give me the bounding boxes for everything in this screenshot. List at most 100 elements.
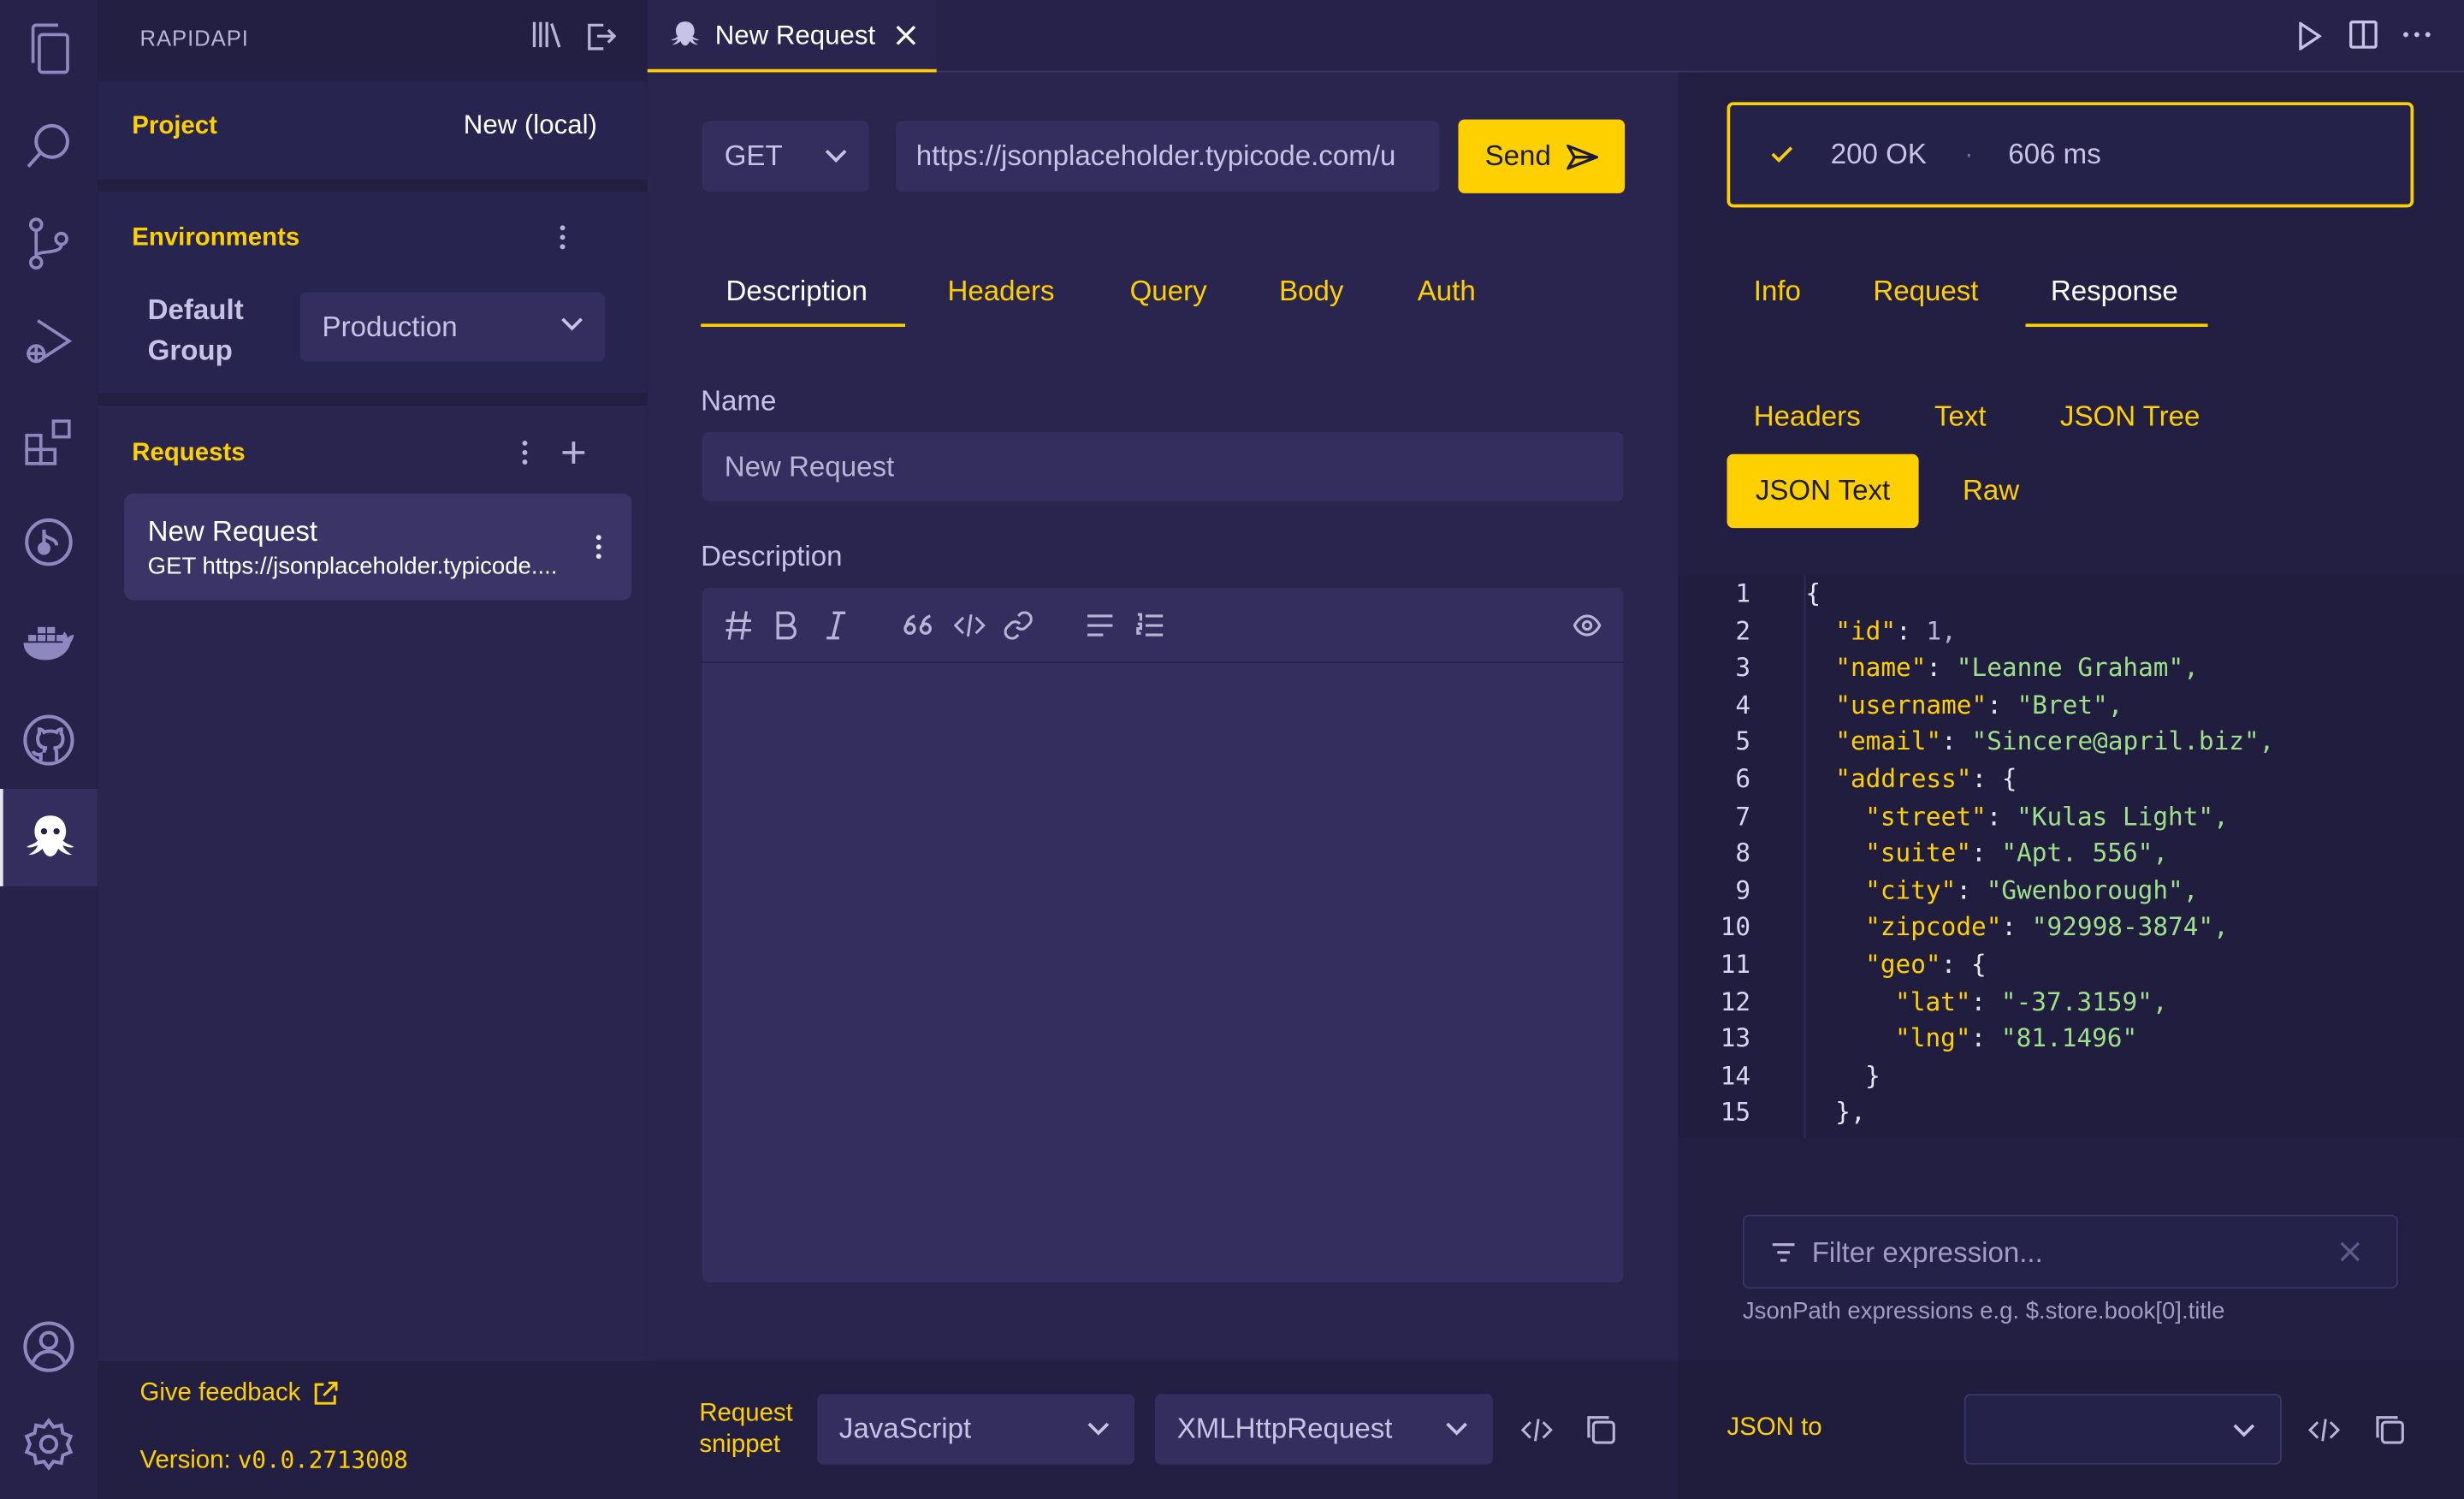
description-editor[interactable] bbox=[702, 587, 1624, 1283]
request-item-more-icon[interactable] bbox=[594, 533, 603, 561]
link-icon[interactable] bbox=[1004, 611, 1033, 640]
response-status-box: 200 OK · 606 ms bbox=[1727, 102, 2414, 208]
json-value: "-37.3159", bbox=[2000, 986, 2168, 1016]
account-icon[interactable] bbox=[0, 1298, 98, 1395]
json-key: "zipcode" bbox=[1865, 912, 2002, 942]
code-icon[interactable] bbox=[2308, 1418, 2340, 1443]
rapidapi-icon[interactable] bbox=[0, 789, 98, 886]
give-feedback-link[interactable]: Give feedback bbox=[139, 1380, 339, 1408]
line-number: 15 bbox=[1720, 1097, 1751, 1128]
more-actions-icon[interactable] bbox=[2402, 32, 2431, 38]
chevron-down-icon bbox=[1087, 1422, 1110, 1437]
run-icon[interactable] bbox=[2297, 21, 2322, 50]
extensions-icon[interactable] bbox=[0, 393, 98, 490]
filter-icon bbox=[1771, 1241, 1796, 1264]
chevron-down-icon bbox=[2233, 1424, 2255, 1438]
environments-section: Environments Default Group Production bbox=[97, 192, 648, 394]
json-to-bar: JSON to bbox=[1678, 1360, 2464, 1499]
code-icon[interactable] bbox=[1520, 1418, 1553, 1443]
subtab-raw[interactable]: Raw bbox=[1963, 475, 2019, 508]
line-number: 8 bbox=[1735, 838, 1751, 868]
name-input[interactable]: New Request bbox=[702, 432, 1624, 501]
method-select[interactable]: GET bbox=[702, 121, 869, 193]
explorer-icon[interactable] bbox=[0, 0, 98, 98]
tab-body[interactable]: Body bbox=[1279, 275, 1343, 308]
subtab-json-tree[interactable]: JSON Tree bbox=[2060, 400, 2200, 434]
tab-new-request[interactable]: New Request bbox=[647, 0, 937, 73]
tab-query[interactable]: Query bbox=[1130, 275, 1207, 308]
json-value: "81.1496" bbox=[2000, 1023, 2138, 1053]
name-label: Name bbox=[701, 384, 777, 417]
code-line: "street": "Kulas Light", bbox=[1865, 800, 2229, 831]
request-item-name: New Request bbox=[147, 515, 318, 548]
subtab-text[interactable]: Text bbox=[1934, 400, 1987, 434]
preview-eye-icon[interactable] bbox=[1573, 614, 1602, 637]
environments-more-icon[interactable] bbox=[558, 223, 567, 252]
copy-icon[interactable] bbox=[1585, 1414, 1615, 1444]
project-label: Project bbox=[132, 113, 217, 140]
json-to-select[interactable] bbox=[1964, 1394, 2282, 1465]
github-icon[interactable] bbox=[0, 691, 98, 789]
json-key: "city" bbox=[1865, 874, 1957, 905]
close-icon[interactable] bbox=[896, 25, 916, 45]
request-list-item[interactable]: New Request GET https://jsonplaceholder.… bbox=[124, 493, 632, 601]
quote-icon[interactable] bbox=[903, 614, 935, 637]
copy-icon[interactable] bbox=[2374, 1414, 2404, 1444]
code-line: "suite": "Apt. 556", bbox=[1865, 838, 2169, 868]
export-icon[interactable] bbox=[584, 21, 616, 52]
code-icon[interactable] bbox=[953, 613, 986, 637]
git-graph-icon[interactable] bbox=[0, 494, 98, 591]
tab-response[interactable]: Response bbox=[2051, 275, 2178, 308]
split-editor-icon[interactable] bbox=[2349, 21, 2378, 49]
project-section: Project New (local) bbox=[97, 81, 648, 180]
version-info: Version: v0.0.2713008 bbox=[139, 1445, 408, 1474]
line-number: 12 bbox=[1720, 986, 1751, 1016]
tab-auth[interactable]: Auth bbox=[1418, 275, 1476, 308]
json-code-view[interactable]: 1 {2 "id": 1, 3 "name": "Leanne Graham", 4 "us… bbox=[1678, 575, 2464, 1138]
json-value: "Gwenborough", bbox=[1986, 874, 2199, 905]
code-line: "lng": "81.1496" bbox=[1895, 1023, 2138, 1053]
code-line: } bbox=[1865, 1060, 1881, 1090]
request-item-url: GET https://jsonplaceholder.typicode.... bbox=[147, 553, 558, 580]
subtab-json-text[interactable]: JSON Text bbox=[1727, 453, 1919, 529]
external-link-icon bbox=[313, 1381, 339, 1406]
docker-icon[interactable] bbox=[0, 594, 98, 691]
source-control-icon[interactable] bbox=[0, 195, 98, 293]
add-request-icon[interactable] bbox=[561, 440, 586, 465]
bold-icon[interactable] bbox=[774, 610, 797, 642]
italic-icon[interactable] bbox=[825, 610, 847, 642]
bullet-list-icon[interactable] bbox=[1086, 613, 1114, 637]
tab-description[interactable]: Description bbox=[726, 275, 868, 308]
subtab-headers[interactable]: Headers bbox=[1754, 400, 1861, 434]
filter-input[interactable]: Filter expression... bbox=[1742, 1214, 2398, 1289]
snippet-language-select[interactable]: JavaScript bbox=[817, 1394, 1135, 1465]
json-key: "lat" bbox=[1895, 986, 1971, 1016]
code-line: "city": "Gwenborough", bbox=[1865, 874, 2199, 905]
active-tab-underline bbox=[2025, 323, 2208, 328]
clear-filter-icon[interactable] bbox=[2340, 1241, 2360, 1262]
response-panel: 200 OK · 606 ms Info Request Response He… bbox=[1678, 72, 2464, 1361]
requests-more-icon[interactable] bbox=[520, 438, 530, 466]
snippet-library-select[interactable]: XMLHttpRequest bbox=[1154, 1394, 1493, 1465]
line-number: 4 bbox=[1735, 689, 1751, 720]
tab-request[interactable]: Request bbox=[1873, 275, 1978, 308]
heading-icon[interactable] bbox=[725, 610, 753, 642]
tab-info[interactable]: Info bbox=[1754, 275, 1801, 308]
environment-select[interactable]: Production bbox=[299, 292, 606, 362]
library-icon[interactable] bbox=[531, 21, 563, 49]
search-icon[interactable] bbox=[0, 98, 98, 195]
json-value: } bbox=[1865, 1060, 1881, 1091]
send-button[interactable]: Send bbox=[1458, 119, 1626, 193]
numbered-list-icon[interactable] bbox=[1136, 613, 1164, 637]
line-number: 13 bbox=[1720, 1023, 1751, 1053]
code-line: "email": "Sincere@april.biz", bbox=[1835, 726, 2275, 757]
project-value[interactable]: New (local) bbox=[464, 110, 597, 142]
request-snippet-label: Request snippet bbox=[699, 1400, 793, 1459]
code-line: "id": 1, bbox=[1835, 615, 1957, 646]
line-number: 6 bbox=[1735, 763, 1751, 794]
url-input[interactable]: https://jsonplaceholder.typicode.com/u bbox=[895, 121, 1440, 193]
settings-gear-icon[interactable] bbox=[0, 1395, 98, 1493]
request-editor: GET https://jsonplaceholder.typicode.com… bbox=[647, 72, 1679, 1361]
tab-headers[interactable]: Headers bbox=[948, 275, 1055, 308]
run-debug-icon[interactable] bbox=[0, 293, 98, 390]
